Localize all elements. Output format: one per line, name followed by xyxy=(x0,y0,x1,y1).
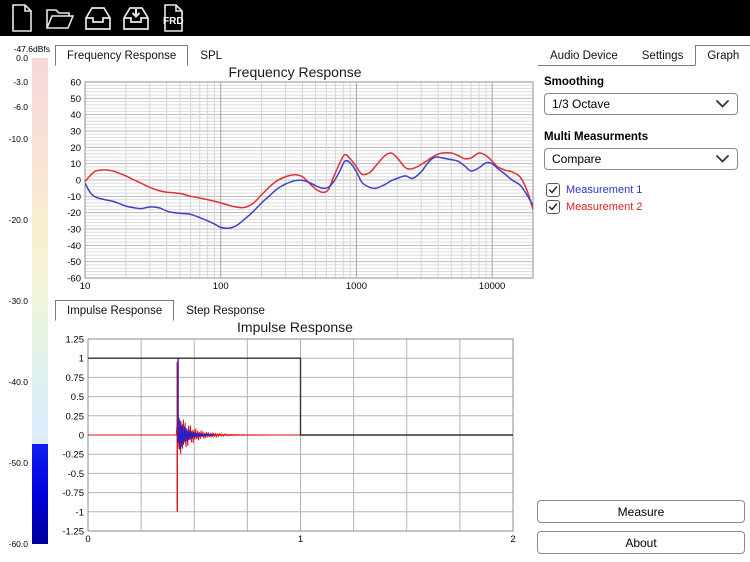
graph-settings-panel: Smoothing 1/3 Octave Multi Measurments C… xyxy=(536,40,746,554)
tab-step-response[interactable]: Step Response xyxy=(174,300,277,321)
level-meter: -47.6dBfs 0.0 -3.0 -6.0 -10.0 -20.0 -30.0 -40.… xyxy=(0,40,52,552)
svg-text:-1.25: -1.25 xyxy=(62,527,84,538)
svg-text:50: 50 xyxy=(70,94,81,105)
tab-label: Step Response xyxy=(186,305,265,317)
svg-text:0: 0 xyxy=(79,431,84,442)
measurement-label: Measurement 1 xyxy=(566,184,643,196)
frequency-response-plot[interactable]: -60-50-40-30-20-10010203040506010 100 1000… xyxy=(55,64,535,298)
level-meter-tick: -60.0 xyxy=(8,539,28,549)
svg-text:1.25: 1.25 xyxy=(66,335,85,346)
svg-text:1: 1 xyxy=(298,534,303,545)
check-icon xyxy=(548,186,558,194)
level-meter-tick: 0.0 xyxy=(16,53,28,63)
impulse-response-plot[interactable]: -1.25 -1 -0.75 -0.5 -0.25 0 0.25 0.5 0.75 1 1.25 0 1… xyxy=(55,319,535,555)
checkbox[interactable] xyxy=(546,200,560,214)
frequency-tabs: Frequency Response SPL xyxy=(55,44,234,66)
tab-spl[interactable]: SPL xyxy=(188,45,234,66)
svg-text:0: 0 xyxy=(85,534,90,545)
svg-text:-50: -50 xyxy=(67,257,81,268)
svg-text:0: 0 xyxy=(76,176,81,187)
tab-label: Graph xyxy=(707,50,740,62)
checkbox[interactable] xyxy=(546,183,560,197)
svg-text:-0.5: -0.5 xyxy=(68,469,84,480)
level-meter-tick: -40.0 xyxy=(8,377,28,387)
new-file-icon xyxy=(10,4,34,32)
tab-impulse-response[interactable]: Impulse Response xyxy=(55,300,175,321)
measurement-checkbox-row[interactable]: Measurement 1 xyxy=(546,183,642,197)
frd-file-button[interactable]: FRD xyxy=(156,1,192,35)
svg-text:-1: -1 xyxy=(76,507,84,518)
open-folder-icon xyxy=(46,5,74,31)
about-button[interactable]: About xyxy=(537,531,745,554)
smoothing-select[interactable]: 1/3 Octave xyxy=(544,93,738,115)
level-meter-bar xyxy=(32,58,48,544)
impulse-response-chart: Impulse Response -1.25 -1 -0.75 -0.5 -0.25 0 0… xyxy=(55,319,535,555)
level-meter-fill xyxy=(32,443,48,544)
svg-text:0.5: 0.5 xyxy=(71,392,84,403)
toolbar: FRD xyxy=(0,0,750,36)
svg-text:-0.25: -0.25 xyxy=(62,450,84,461)
svg-text:2: 2 xyxy=(510,534,515,545)
frd-label: FRD xyxy=(163,16,184,27)
measurement-list: Measurement 1 Measurement 2 xyxy=(546,183,642,217)
export-tray-icon xyxy=(84,5,112,31)
level-meter-tick: -30.0 xyxy=(8,296,28,306)
new-file-button[interactable] xyxy=(4,1,40,35)
frequency-response-chart: Frequency Response -60 -50 -40 -30 -20 -10 0 10… xyxy=(55,64,535,298)
measurement-label: Measurement 2 xyxy=(566,201,643,213)
smoothing-value: 1/3 Octave xyxy=(552,97,611,111)
tab-label: Impulse Response xyxy=(67,305,163,317)
svg-text:1000: 1000 xyxy=(346,281,367,292)
svg-text:0.75: 0.75 xyxy=(66,373,85,384)
impulse-response-chart-title: Impulse Response xyxy=(237,319,353,335)
svg-text:-30: -30 xyxy=(67,225,81,236)
frequency-response-chart-title: Frequency Response xyxy=(228,64,362,80)
tab-graph[interactable]: Graph xyxy=(695,45,750,66)
export-button[interactable] xyxy=(80,1,116,35)
impulse-tabs: Impulse Response Step Response xyxy=(55,299,277,321)
level-meter-tick: -50.0 xyxy=(8,458,28,468)
import-button[interactable] xyxy=(118,1,154,35)
tab-frequency-response[interactable]: Frequency Response xyxy=(55,45,189,66)
tab-label: SPL xyxy=(200,50,223,62)
smoothing-label: Smoothing xyxy=(544,76,605,88)
measure-button[interactable]: Measure xyxy=(537,500,745,523)
level-meter-tick: -20.0 xyxy=(8,215,28,225)
svg-text:1: 1 xyxy=(79,354,84,365)
multi-measurements-value: Compare xyxy=(552,152,602,166)
svg-text:10: 10 xyxy=(80,281,91,292)
svg-text:-0.75: -0.75 xyxy=(62,488,84,499)
tab-label: Frequency Response xyxy=(67,50,177,62)
level-meter-tick: -6.0 xyxy=(13,101,28,112)
svg-text:20: 20 xyxy=(70,143,81,154)
level-meter-tick: -3.0 xyxy=(13,77,28,88)
svg-text:-20: -20 xyxy=(67,208,81,219)
check-icon xyxy=(548,203,558,211)
open-folder-button[interactable] xyxy=(42,1,78,35)
svg-text:40: 40 xyxy=(70,110,81,121)
svg-text:-40: -40 xyxy=(67,241,81,252)
import-tray-icon xyxy=(122,5,150,31)
svg-text:30: 30 xyxy=(70,127,81,138)
svg-text:10000: 10000 xyxy=(479,281,505,292)
svg-text:-10: -10 xyxy=(67,192,81,203)
svg-text:10: 10 xyxy=(70,159,81,170)
chevron-down-icon xyxy=(716,100,729,109)
svg-text:0.25: 0.25 xyxy=(66,411,85,422)
level-meter-tick: -10.0 xyxy=(8,134,28,144)
measurement-checkbox-row[interactable]: Measurement 2 xyxy=(546,200,642,214)
multi-measurements-select[interactable]: Compare xyxy=(544,148,738,170)
multi-measurements-label: Multi Measurments xyxy=(544,131,649,143)
svg-text:100: 100 xyxy=(213,281,229,292)
frd-file-icon: FRD xyxy=(161,4,187,32)
chevron-down-icon xyxy=(716,155,729,164)
multi-measurements-group: Multi Measurments Compare xyxy=(544,131,738,170)
smoothing-group: Smoothing 1/3 Octave xyxy=(544,76,738,115)
